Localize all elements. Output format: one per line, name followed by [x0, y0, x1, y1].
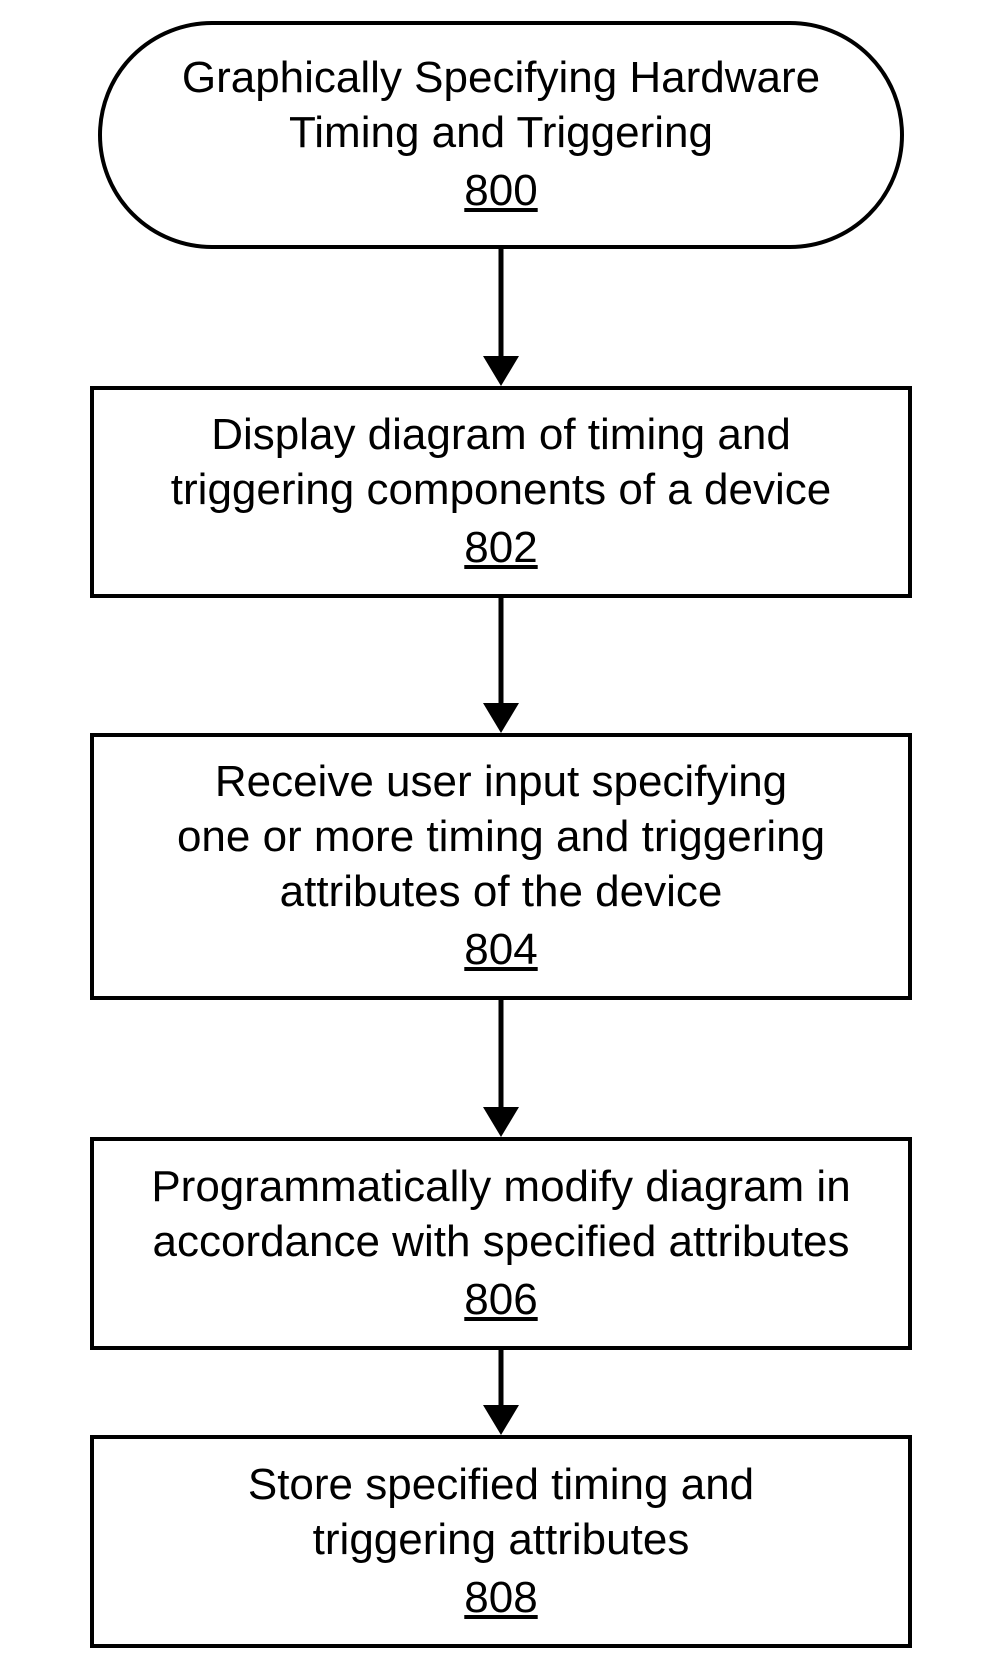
flowchart-arrow [481, 249, 521, 386]
flowchart-process-808: Store specified timing and triggering at… [90, 1435, 912, 1648]
flowchart-terminator-800: Graphically Specifying Hardware Timing a… [98, 21, 904, 249]
flowchart-process-804: Receive user input specifying one or mor… [90, 733, 912, 1000]
node-ref: 806 [464, 1271, 537, 1328]
flowchart-process-806: Programmatically modify diagram in accor… [90, 1137, 912, 1350]
flowchart-container: Graphically Specifying Hardware Timing a… [0, 0, 1002, 1671]
node-title: Receive user input specifying one or mor… [177, 754, 825, 919]
node-ref: 802 [464, 519, 537, 576]
flowchart-process-802: Display diagram of timing and triggering… [90, 386, 912, 598]
node-title: Graphically Specifying Hardware Timing a… [182, 50, 820, 160]
node-ref: 804 [464, 921, 537, 978]
flowchart-arrow [481, 1000, 521, 1137]
node-ref: 808 [464, 1569, 537, 1626]
flowchart-arrow [481, 1350, 521, 1435]
node-title: Programmatically modify diagram in accor… [151, 1159, 850, 1269]
node-ref: 800 [464, 162, 537, 219]
node-title: Display diagram of timing and triggering… [171, 407, 831, 517]
node-title: Store specified timing and triggering at… [248, 1457, 754, 1567]
flowchart-arrow [481, 598, 521, 733]
